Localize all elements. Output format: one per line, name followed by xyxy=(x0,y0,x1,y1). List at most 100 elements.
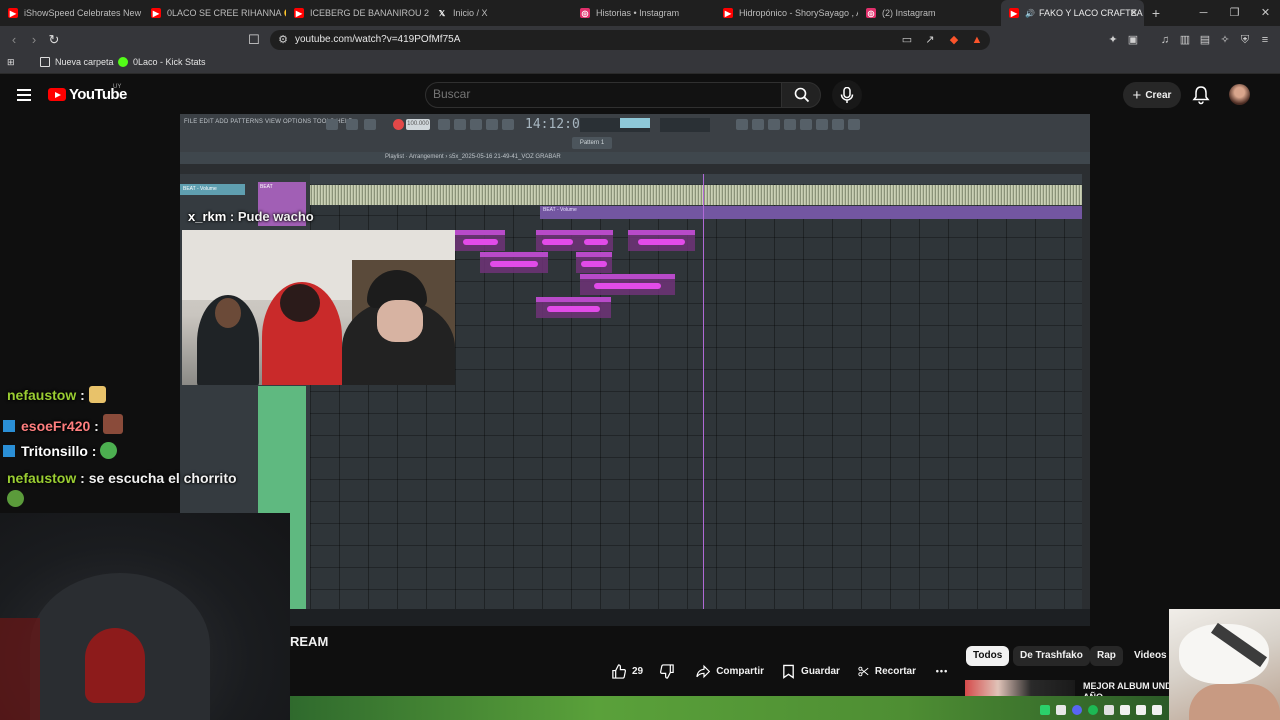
hands xyxy=(1189,684,1280,720)
bookmark-icon[interactable]: ☐ xyxy=(246,32,262,48)
tab-label: ICEBERG DE BANANIROU 2025 xyxy=(310,8,429,18)
thumbs-down-icon xyxy=(659,663,674,679)
daw-volume-automation: BEAT - Volume xyxy=(540,206,1082,219)
chip-rap[interactable]: Rap xyxy=(1090,646,1123,666)
cast-icon[interactable]: ▭ xyxy=(900,33,914,47)
share-label: Compartir xyxy=(716,665,764,677)
share-arrow-icon xyxy=(696,664,711,678)
reload-button[interactable]: ↻ xyxy=(46,32,62,48)
daw-tool-icon xyxy=(816,119,828,130)
menu-icon[interactable]: ≡ xyxy=(1258,33,1272,47)
dislike-button[interactable] xyxy=(656,659,678,683)
tray-app-icon xyxy=(1040,705,1050,715)
screenshot-icon[interactable]: ▣ xyxy=(1126,33,1140,47)
tab-label: iShowSpeed Celebrates New Y xyxy=(24,8,143,18)
chat-username: nefaustow xyxy=(7,470,77,486)
tray-app-icon xyxy=(1152,705,1162,715)
share-button[interactable]: Compartir xyxy=(696,659,764,683)
browser-tab[interactable]: ▶ iShowSpeed Celebrates New Y xyxy=(0,0,143,26)
chip-de-trashfako[interactable]: De Trashfako xyxy=(1013,646,1090,666)
back-button[interactable]: ‹ xyxy=(6,32,22,48)
leo-ai-icon[interactable]: ✧ xyxy=(1218,33,1232,47)
chat-text: se escucha el chorrito xyxy=(88,470,237,486)
daw-stop-icon xyxy=(364,119,376,130)
spotify-icon xyxy=(1088,705,1098,715)
extensions-icon[interactable]: ✦ xyxy=(1106,33,1120,47)
recommended-title-line: MEJOR ALBUM UND xyxy=(1083,681,1172,691)
new-tab-button[interactable]: + xyxy=(1144,5,1168,21)
avatar[interactable] xyxy=(1229,84,1250,105)
search-input[interactable] xyxy=(433,87,733,101)
browser-tab[interactable]: ◎ (2) Instagram xyxy=(858,0,1001,26)
wallet-icon[interactable]: ▤ xyxy=(1198,33,1212,47)
chip-todos[interactable]: Todos xyxy=(966,646,1010,666)
x-icon: 𝕏 xyxy=(438,8,446,18)
brave-rewards-icon[interactable]: ▲ xyxy=(970,33,984,47)
notifications-bell-icon[interactable] xyxy=(1191,85,1211,105)
daw-tool-icon xyxy=(736,119,748,130)
daw-tool-icon xyxy=(848,119,860,130)
search-button[interactable] xyxy=(781,82,821,108)
youtube-icon: ▶ xyxy=(723,8,733,18)
daw-tool-icon xyxy=(438,119,450,130)
tab-label: (2) Instagram xyxy=(882,8,936,18)
daw-beat-label: BEAT - Volume xyxy=(180,184,245,195)
chat-message: esoeFr420 : xyxy=(3,414,123,434)
forward-button[interactable]: › xyxy=(26,32,42,48)
create-button[interactable]: + Crear xyxy=(1123,82,1181,108)
browser-tab[interactable]: ▶ Hidropónico - ShorySayago , A xyxy=(715,0,858,26)
daw-audio-clip xyxy=(480,252,548,273)
sidebar-icon[interactable]: ▥ xyxy=(1178,33,1192,47)
daw-tool-icon xyxy=(768,119,780,130)
save-button[interactable]: Guardar xyxy=(782,659,840,683)
browser-tab[interactable]: ◎ Historias • Instagram xyxy=(572,0,715,26)
url-text[interactable]: youtube.com/watch?v=419POfMf75A xyxy=(295,34,460,45)
hamburger-menu-icon[interactable] xyxy=(17,89,31,101)
address-bar: ‹ › ↻ ☐ xyxy=(0,26,1280,54)
green-emote-icon xyxy=(100,442,118,459)
daw-tool-icon xyxy=(752,119,764,130)
browser-tab-active[interactable]: ▶ 🔊 FAKO Y LACO CRAFTEA ✕ xyxy=(1001,0,1144,26)
youtube-icon: ▶ xyxy=(294,8,304,18)
youtube-icon: ▶ xyxy=(1009,8,1019,18)
brave-shield-icon[interactable]: ◆ xyxy=(947,33,961,47)
daw-audio-clip xyxy=(536,230,579,251)
daw-audio-clip xyxy=(455,230,505,251)
youtube-icon: ▶ xyxy=(8,8,18,18)
daw-audio-clip xyxy=(576,252,612,273)
daw-tool-icon xyxy=(454,119,466,130)
daw-tempo: 100.000 xyxy=(406,119,430,130)
pepe-emote-icon xyxy=(7,490,24,507)
maximize-button[interactable]: ❐ xyxy=(1219,0,1250,26)
window-close-button[interactable]: ✕ xyxy=(1250,0,1280,26)
badge-icon xyxy=(3,445,15,457)
face-right xyxy=(377,300,423,342)
bookmark-kick-stats[interactable]: 0Laco - Kick Stats xyxy=(118,57,206,67)
vpn-icon[interactable]: ⛨ xyxy=(1238,33,1252,47)
bookmark-folder[interactable]: Nueva carpeta xyxy=(40,57,114,67)
more-actions-button[interactable]: ••• xyxy=(929,659,955,683)
browser-tab[interactable]: 𝕏 Inicio / X xyxy=(429,0,572,26)
daw-playhead xyxy=(703,174,704,626)
close-icon[interactable]: ✕ xyxy=(1130,8,1138,19)
site-settings-icon[interactable]: ⚙ xyxy=(276,33,290,47)
daw-pattern-icon xyxy=(346,119,358,130)
face-emote-icon xyxy=(102,414,123,434)
chat-message: x_rkm : Pude wacho xyxy=(188,209,314,224)
like-button[interactable]: 29 xyxy=(602,659,652,683)
youtube-logo-icon[interactable] xyxy=(48,88,66,101)
browser-tab[interactable]: ▶ 0LACO SE CREE RIHANNA 😮 xyxy=(143,0,286,26)
voice-search-button[interactable] xyxy=(832,80,862,110)
hand-emote-icon xyxy=(88,386,106,403)
share-icon[interactable]: ↗ xyxy=(923,33,937,47)
video-title: REAM xyxy=(290,634,329,649)
daw-playlist-bar xyxy=(180,152,1090,164)
discord-icon xyxy=(1072,705,1082,715)
apps-icon[interactable]: ⊞ xyxy=(7,57,15,68)
tab-label: 0LACO SE CREE RIHANNA 😮 xyxy=(167,7,286,18)
minimize-button[interactable]: ─ xyxy=(1188,0,1219,26)
chat-username: Tritonsillo xyxy=(21,443,88,459)
clip-button[interactable]: Recortar xyxy=(858,659,916,683)
music-icon[interactable]: ♫ xyxy=(1158,33,1172,47)
browser-tab[interactable]: ▶ ICEBERG DE BANANIROU 2025 xyxy=(286,0,429,26)
